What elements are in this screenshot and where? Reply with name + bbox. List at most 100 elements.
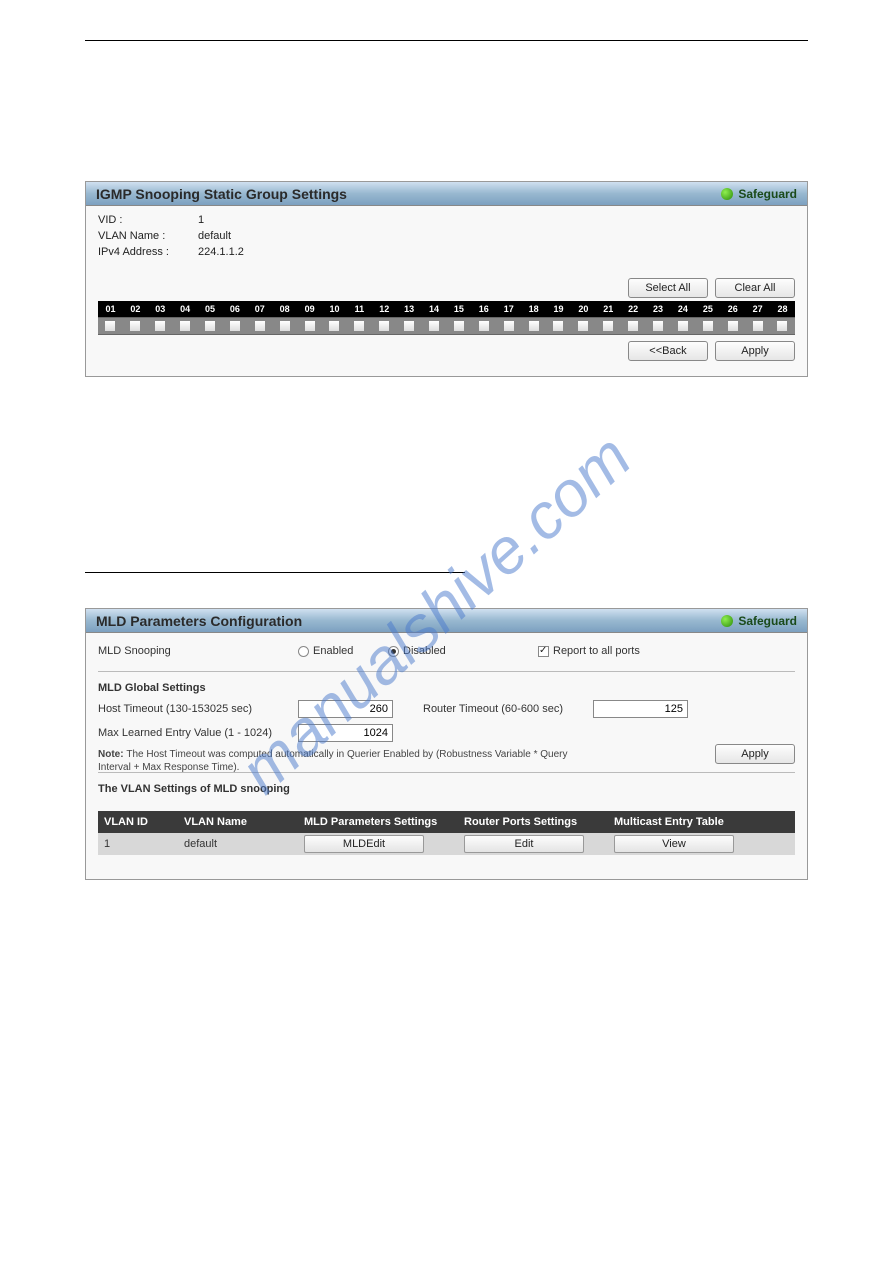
ipv4-value: 224.1.1.2 [198,244,278,260]
port-label: 14 [422,301,447,317]
back-button[interactable]: <<Back [628,341,708,361]
port-label: 04 [173,301,198,317]
th-vlan-id: VLAN ID [98,816,178,828]
port-checkbox[interactable] [254,320,266,332]
mcast-view-button[interactable]: View [614,835,734,853]
igmp-panel-title: IGMP Snooping Static Group Settings [96,186,347,202]
port-label: 22 [621,301,646,317]
port-checkbox[interactable] [229,320,241,332]
port-label: 24 [670,301,695,317]
td-vlan-name: default [178,838,298,850]
safeguard-badge-2: Safeguard [721,614,797,628]
port-checkbox[interactable] [403,320,415,332]
port-checkbox[interactable] [677,320,689,332]
router-edit-button[interactable]: Edit [464,835,584,853]
mld-panel: MLD Parameters Configuration Safeguard M… [85,608,808,880]
td-vlan-id: 1 [98,838,178,850]
port-checkbox[interactable] [552,320,564,332]
port-label: 26 [720,301,745,317]
port-checkbox[interactable] [453,320,465,332]
port-label: 01 [98,301,123,317]
port-label: 16 [471,301,496,317]
mld-panel-title: MLD Parameters Configuration [96,613,302,629]
safeguard-icon-2 [721,615,733,627]
port-checkbox[interactable] [204,320,216,332]
safeguard-label-2: Safeguard [738,614,797,628]
port-label: 13 [397,301,422,317]
port-label: 23 [646,301,671,317]
port-checkbox[interactable] [104,320,116,332]
port-checkbox[interactable] [428,320,440,332]
port-checkbox[interactable] [154,320,166,332]
port-checkbox[interactable] [727,320,739,332]
port-checkbox[interactable] [129,320,141,332]
th-router-ports: Router Ports Settings [458,816,608,828]
port-label: 15 [446,301,471,317]
port-checkbox[interactable] [328,320,340,332]
max-learned-label: Max Learned Entry Value (1 - 1024) [98,727,298,739]
clear-all-button[interactable]: Clear All [715,278,795,298]
router-timeout-label: Router Timeout (60-600 sec) [423,703,593,715]
port-checkbox[interactable] [304,320,316,332]
port-label: 18 [521,301,546,317]
port-checkbox[interactable] [378,320,390,332]
port-checkbox[interactable] [478,320,490,332]
port-label: 06 [222,301,247,317]
port-checkbox[interactable] [776,320,788,332]
port-label: 17 [496,301,521,317]
port-label: 09 [297,301,322,317]
port-checkbox[interactable] [279,320,291,332]
port-label: 25 [695,301,720,317]
vid-value: 1 [198,212,278,228]
port-checkbox[interactable] [528,320,540,332]
port-label: 21 [596,301,621,317]
port-checkbox[interactable] [702,320,714,332]
top-rule [85,40,808,41]
max-learned-input[interactable] [298,724,393,742]
ipv4-label: IPv4 Address : [98,244,198,260]
disabled-label: Disabled [403,645,446,657]
port-checkbox[interactable] [503,320,515,332]
select-all-button[interactable]: Select All [628,278,708,298]
vlan-table-row: 1 default MLDEdit Edit View [98,833,795,855]
divider-1 [98,671,795,672]
router-timeout-input[interactable] [593,700,688,718]
port-checkbox[interactable] [652,320,664,332]
port-checkbox[interactable] [577,320,589,332]
safeguard-label: Safeguard [738,187,797,201]
host-timeout-label: Host Timeout (130-153025 sec) [98,703,298,715]
safeguard-badge: Safeguard [721,187,797,201]
port-checkbox[interactable] [627,320,639,332]
mld-edit-button[interactable]: MLDEdit [304,835,424,853]
port-label: 27 [745,301,770,317]
vlan-name-value: default [198,228,278,244]
port-checkbox[interactable] [353,320,365,332]
apply-button[interactable]: Apply [715,341,795,361]
mld-panel-header: MLD Parameters Configuration Safeguard [86,609,807,633]
port-checkbox[interactable] [602,320,614,332]
report-checkbox[interactable] [538,646,549,657]
port-checkbox[interactable] [752,320,764,332]
th-mcast: Multicast Entry Table [608,816,758,828]
enabled-radio[interactable] [298,646,309,657]
port-checkbox[interactable] [179,320,191,332]
port-checkbox-row [98,317,795,335]
port-label: 05 [198,301,223,317]
disabled-radio[interactable] [388,646,399,657]
port-label: 12 [372,301,397,317]
safeguard-icon [721,188,733,200]
vlan-name-label: VLAN Name : [98,228,198,244]
note-prefix: Note: [98,749,126,760]
section-divider [85,572,465,573]
port-label: 19 [546,301,571,317]
global-settings-heading: MLD Global Settings [98,682,795,694]
port-label: 10 [322,301,347,317]
host-timeout-input[interactable] [298,700,393,718]
mld-apply-button[interactable]: Apply [715,744,795,764]
port-label: 03 [148,301,173,317]
igmp-panel: IGMP Snooping Static Group Settings Safe… [85,181,808,377]
igmp-panel-header: IGMP Snooping Static Group Settings Safe… [86,182,807,206]
vid-label: VID : [98,212,198,228]
port-label: 28 [770,301,795,317]
port-label: 11 [347,301,372,317]
